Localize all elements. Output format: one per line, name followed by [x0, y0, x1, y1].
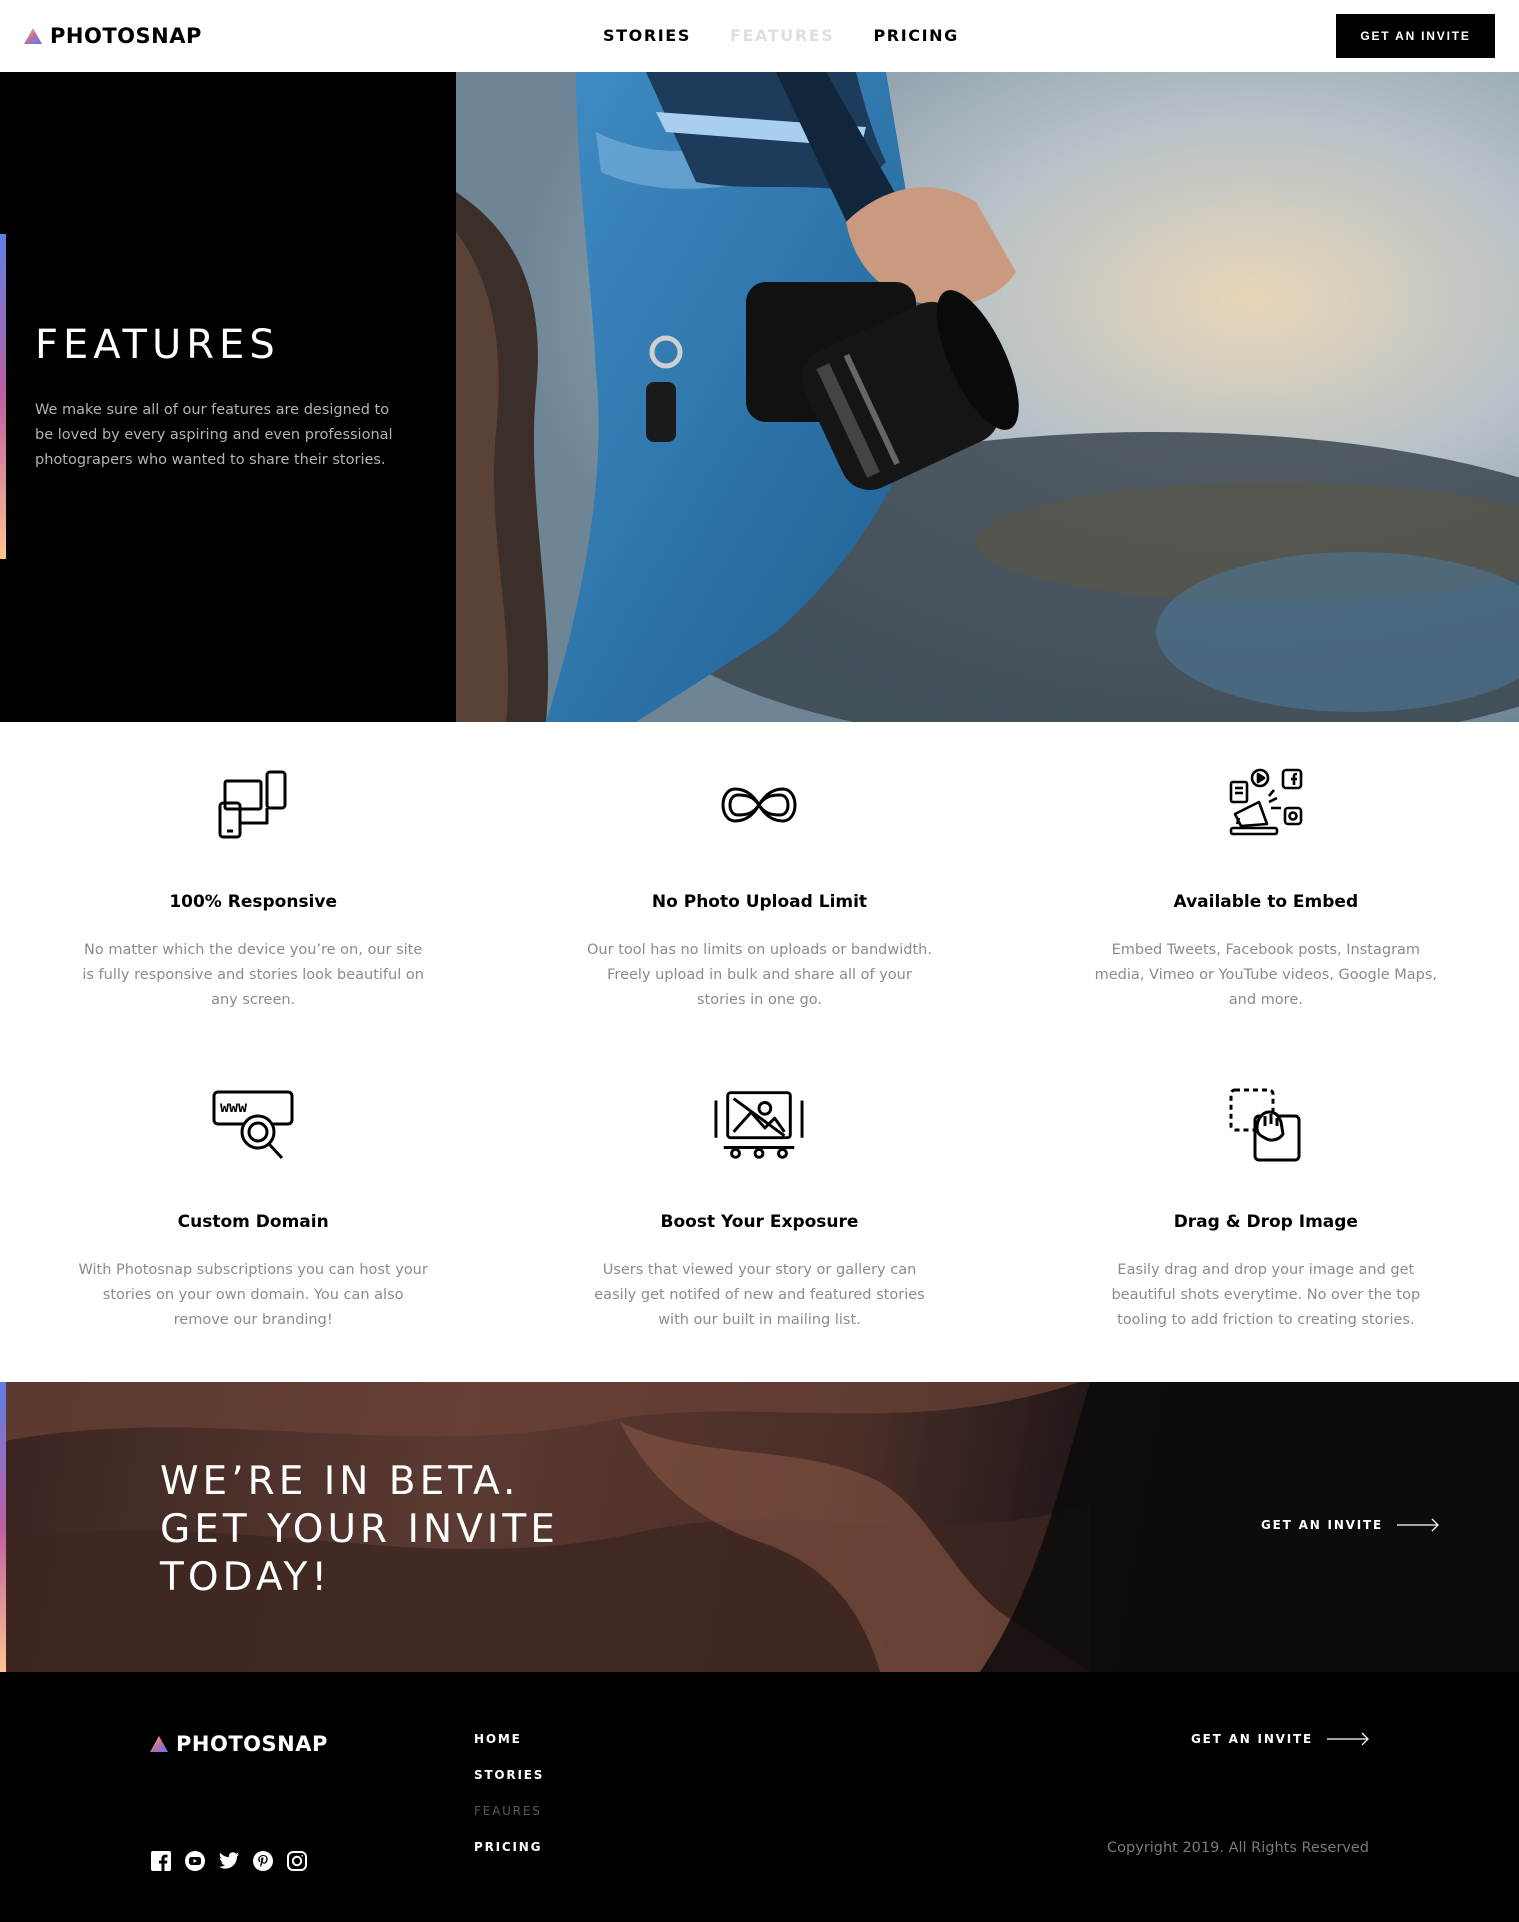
footer-invite-label: GET AN INVITE	[1191, 1732, 1313, 1746]
feature-title: Custom Domain	[177, 1212, 329, 1232]
feature-card: Boost Your Exposure Users that viewed yo…	[506, 1080, 1012, 1400]
footer-nav-stories[interactable]: STORIES	[474, 1768, 544, 1782]
nav-stories[interactable]: STORIES	[603, 26, 691, 45]
hero-photo-camera-illustration	[456, 72, 1519, 722]
site-header: PHOTOSNAP STORIES FEATURES PRICING GET A…	[0, 0, 1519, 72]
drag-drop-icon	[1221, 1080, 1311, 1170]
feature-card: Drag & Drop Image Easily drag and drop y…	[1013, 1080, 1519, 1400]
feature-title: No Photo Upload Limit	[651, 892, 868, 912]
infinity-icon	[714, 760, 804, 850]
brand-logo[interactable]: PHOTOSNAP	[24, 24, 202, 48]
copyright-text: Copyright 2019. All Rights Reserved	[1107, 1840, 1369, 1856]
www-search-icon: www	[208, 1080, 298, 1170]
beta-banner: WE’RE IN BETA. GET YOUR INVITE TODAY! GE…	[0, 1382, 1519, 1672]
logo-triangle-icon	[150, 1736, 168, 1752]
hero-accent-bar	[0, 234, 6, 559]
youtube-icon[interactable]	[184, 1850, 205, 1871]
image-boost-icon	[714, 1080, 804, 1170]
hero-description: We make sure all of our features are des…	[35, 402, 393, 468]
brand-name: PHOTOSNAP	[50, 24, 202, 48]
footer-nav-features[interactable]: FEAURES	[474, 1804, 544, 1818]
hero-text-panel: FEATURES We make sure all of our feature…	[0, 72, 456, 722]
footer-invite-link[interactable]: GET AN INVITE	[1191, 1732, 1369, 1746]
arrow-right-icon	[1327, 1732, 1369, 1746]
feature-title: Available to Embed	[1173, 892, 1359, 912]
brand-name: PHOTOSNAP	[176, 1732, 328, 1756]
feature-title: Boost Your Exposure	[660, 1212, 859, 1232]
beta-title: WE’RE IN BETA. GET YOUR INVITE TODAY!	[160, 1459, 559, 1600]
footer-nav-home[interactable]: HOME	[474, 1732, 544, 1746]
footer-nav-pricing[interactable]: PRICING	[474, 1840, 544, 1854]
feature-description: Users that viewed your story or gallery …	[594, 1262, 925, 1328]
feature-description: With Photosnap subscriptions you can hos…	[78, 1262, 428, 1328]
instagram-icon[interactable]	[286, 1850, 307, 1871]
feature-description: No matter which the device you’re on, ou…	[82, 942, 424, 1008]
beta-accent-bar	[0, 1382, 6, 1672]
feature-card: No Photo Upload Limit Our tool has no li…	[506, 760, 1012, 1080]
nav-pricing[interactable]: PRICING	[873, 26, 958, 45]
responsive-devices-icon	[208, 760, 298, 850]
embed-megaphone-icon	[1221, 760, 1311, 850]
beta-invite-link[interactable]: GET AN INVITE	[1261, 1518, 1439, 1532]
beta-invite-label: GET AN INVITE	[1261, 1518, 1383, 1532]
hero-image	[456, 72, 1519, 722]
pinterest-icon[interactable]	[252, 1850, 273, 1871]
site-footer: PHOTOSNAP HOME STORIES FEAURES PRICING G…	[0, 1672, 1519, 1922]
features-grid: 100% Responsive No matter which the devi…	[0, 722, 1519, 1382]
feature-description: Embed Tweets, Facebook posts, Instagram …	[1094, 942, 1438, 1008]
main-nav: STORIES FEATURES PRICING	[603, 26, 959, 45]
get-invite-button[interactable]: GET AN INVITE	[1336, 14, 1495, 58]
hero: FEATURES We make sure all of our feature…	[0, 72, 1519, 722]
svg-text:www: www	[220, 1098, 248, 1116]
feature-title: Drag & Drop Image	[1173, 1212, 1358, 1232]
page-title: FEATURES	[35, 322, 280, 368]
feature-card: www Custom Domain With Photosnap subscri…	[0, 1080, 506, 1400]
feature-description: Our tool has no limits on uploads or ban…	[587, 942, 932, 1008]
facebook-icon[interactable]	[150, 1850, 171, 1871]
footer-logo[interactable]: PHOTOSNAP	[150, 1732, 328, 1756]
nav-features[interactable]: FEATURES	[730, 26, 834, 45]
social-links	[150, 1850, 307, 1871]
arrow-right-icon	[1397, 1518, 1439, 1532]
feature-description: Easily drag and drop your image and get …	[1111, 1262, 1421, 1328]
feature-card: 100% Responsive No matter which the devi…	[0, 760, 506, 1080]
feature-card: Available to Embed Embed Tweets, Faceboo…	[1013, 760, 1519, 1080]
feature-title: 100% Responsive	[169, 892, 337, 912]
twitter-icon[interactable]	[218, 1850, 239, 1871]
logo-triangle-icon	[24, 28, 42, 44]
footer-nav: HOME STORIES FEAURES PRICING	[474, 1732, 544, 1854]
